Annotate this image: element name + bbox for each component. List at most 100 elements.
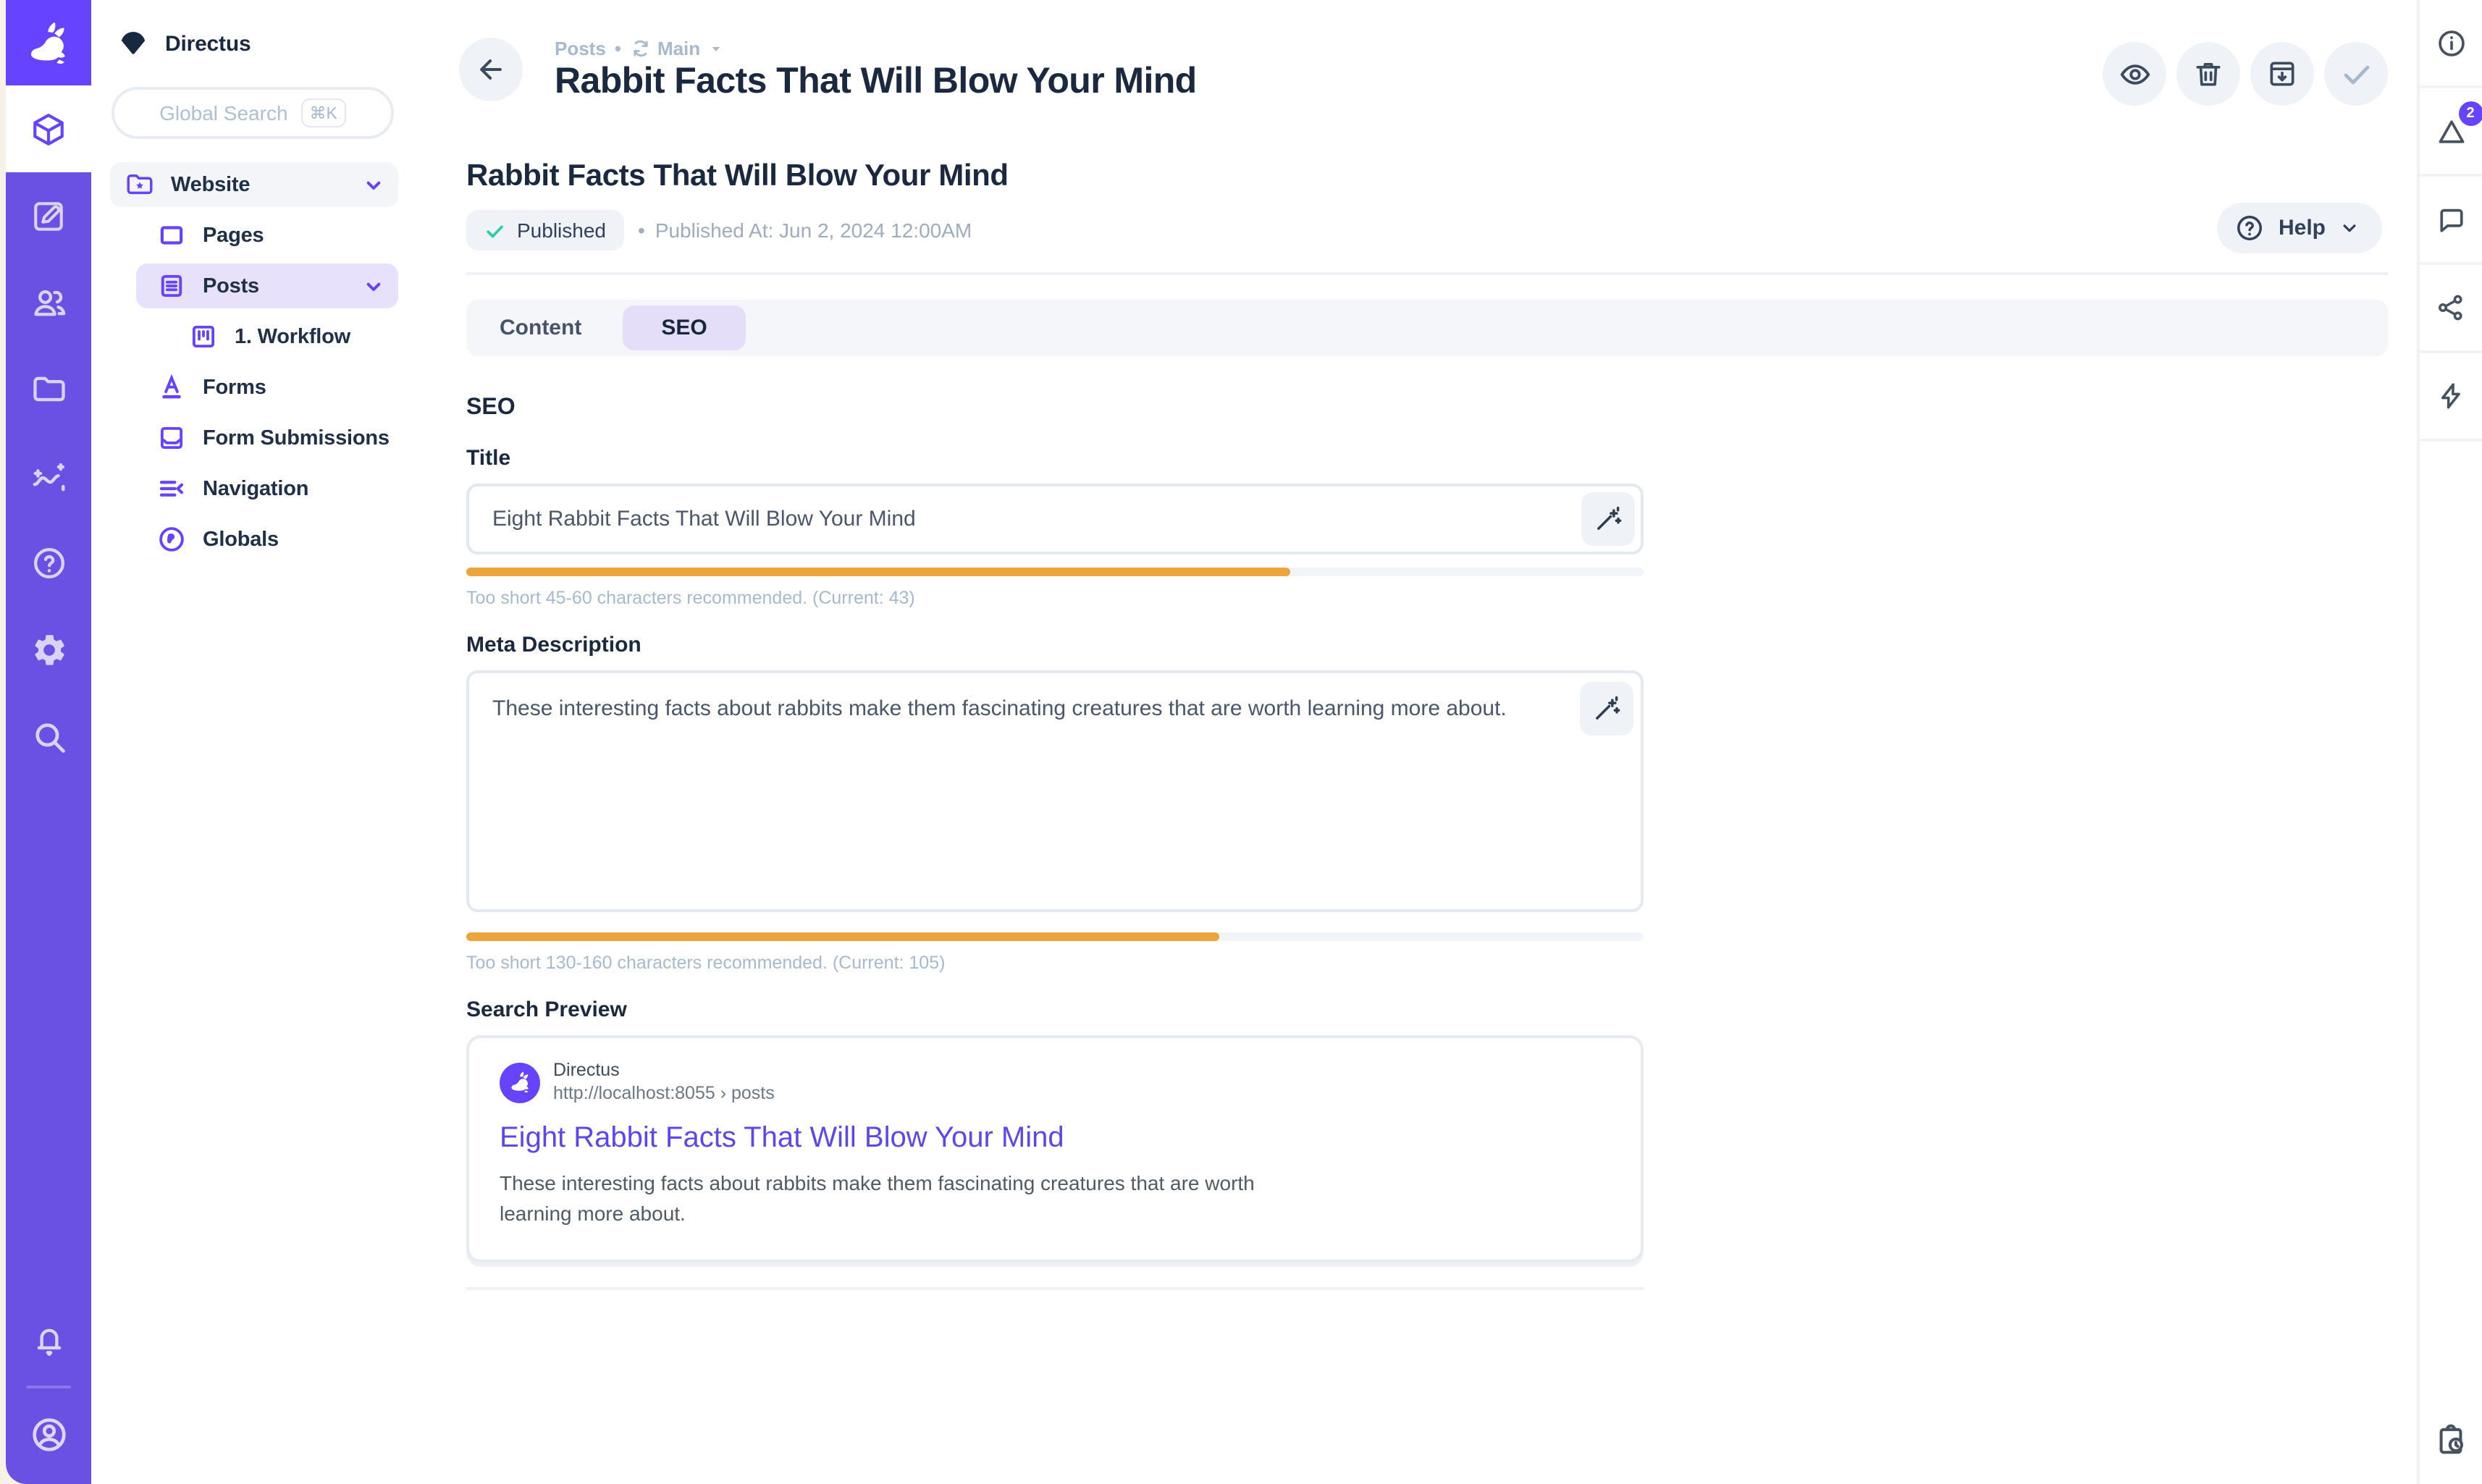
tab-seo[interactable]: SEO — [622, 305, 746, 350]
sidebar-item-globals[interactable]: Globals — [110, 517, 398, 562]
arrow-left-icon — [475, 54, 507, 85]
preview-button[interactable] — [2103, 42, 2166, 106]
chevron-down-icon — [2339, 217, 2360, 239]
nav-sidebar: Directus Global Search ⌘K Website — [91, 0, 411, 1484]
dot-separator: • — [638, 219, 645, 242]
sidebar-item-label: Forms — [203, 376, 266, 399]
site-favicon — [500, 1062, 540, 1103]
module-bar-divider — [26, 1386, 71, 1388]
post-icon — [155, 271, 187, 301]
module-file-library[interactable] — [6, 346, 91, 433]
breadcrumb: Posts • Main — [555, 38, 1197, 59]
generate-title-button[interactable] — [1581, 492, 1635, 546]
account-button[interactable] — [6, 1394, 91, 1475]
help-button[interactable]: Help — [2218, 203, 2382, 253]
avatar-icon — [28, 1415, 69, 1455]
sidebar-item-form-submissions[interactable]: Form Submissions — [110, 416, 398, 460]
title-helper-text: Too short 45-60 characters recommended. … — [466, 588, 2388, 608]
sidebar-item-pages[interactable]: Pages — [110, 213, 398, 258]
title-length-meter — [466, 568, 1644, 576]
module-settings[interactable] — [6, 607, 91, 693]
sidebar-item-forms[interactable]: Forms — [110, 365, 398, 410]
back-button[interactable] — [459, 38, 523, 101]
module-bar — [6, 0, 91, 1484]
item-title: Rabbit Facts That Will Blow Your Mind — [466, 159, 2388, 194]
preview-site-meta: Directus http://localhost:8055 › posts — [553, 1060, 775, 1105]
right-rail: 2 — [2417, 0, 2482, 1484]
meta-description-input[interactable]: These interesting facts about rabbits ma… — [466, 670, 1644, 912]
sidebar-item-label: Navigation — [203, 477, 308, 500]
module-content[interactable] — [6, 85, 91, 172]
notifications-button[interactable] — [6, 1299, 91, 1380]
revisions-badge-wrap: 2 — [2435, 115, 2467, 147]
published-at: • Published At: Jun 2, 2024 12:00AM — [638, 219, 972, 242]
help-circle-icon — [2235, 213, 2266, 243]
seo-title-input[interactable] — [466, 484, 1644, 555]
edit-icon — [30, 198, 67, 234]
module-insights[interactable] — [6, 433, 91, 520]
breadcrumb-separator: • — [615, 38, 621, 59]
archive-button[interactable] — [2250, 42, 2314, 106]
page-title: Rabbit Facts That Will Blow Your Mind — [555, 61, 1197, 103]
seo-section-title: SEO — [466, 395, 2388, 421]
inbox-icon — [155, 423, 187, 453]
check-icon — [2339, 56, 2373, 91]
meta-length-fill — [466, 932, 1220, 941]
rabbit-logo-icon — [24, 18, 73, 67]
flows-panel-button[interactable] — [2420, 353, 2482, 442]
preview-result-title: Eight Rabbit Facts That Will Blow Your M… — [500, 1123, 1610, 1156]
directus-logo[interactable] — [6, 0, 91, 85]
sidebar-item-navigation[interactable]: Navigation — [110, 466, 398, 511]
chevron-down-icon[interactable] — [362, 274, 385, 298]
clipboard-clock-icon — [2434, 1422, 2468, 1456]
search-icon — [30, 718, 67, 756]
directus-app: Directus Global Search ⌘K Website — [0, 0, 2482, 1484]
sidebar-item-posts[interactable]: Posts — [136, 264, 398, 308]
folder-icon — [30, 371, 67, 408]
title-length-fill — [466, 568, 1290, 576]
status-badge: Published — [466, 210, 623, 250]
sync-icon — [630, 38, 652, 59]
revisions-panel-button[interactable]: 2 — [2420, 88, 2482, 177]
tab-content[interactable]: Content — [478, 305, 603, 350]
users-icon — [30, 284, 67, 321]
preview-site-url: http://localhost:8055 › posts — [553, 1082, 775, 1105]
magic-wand-icon — [1593, 504, 1623, 534]
title-field — [466, 484, 1644, 555]
module-user-directory[interactable] — [6, 259, 91, 346]
module-docs[interactable] — [6, 520, 91, 607]
info-panel-button[interactable] — [2420, 0, 2482, 88]
module-search[interactable] — [6, 693, 91, 780]
delete-button[interactable] — [2176, 42, 2240, 106]
sidebar-item-label: Form Submissions — [203, 426, 390, 450]
module-bar-bottom — [6, 1299, 91, 1475]
chevron-down-icon[interactable] — [362, 173, 385, 196]
preview-site-name: Directus — [553, 1060, 775, 1082]
nav-list-icon — [155, 473, 187, 504]
meta-length-meter — [466, 932, 1644, 941]
kanban-icon — [187, 321, 219, 352]
status-row: Published • Published At: Jun 2, 2024 12… — [466, 210, 2388, 250]
save-button[interactable] — [2324, 42, 2388, 106]
globe-icon — [155, 524, 187, 555]
tasks-panel-button[interactable] — [2420, 1394, 2482, 1484]
sidebar-item-website[interactable]: Website — [110, 162, 398, 207]
magic-wand-icon — [1591, 693, 1622, 724]
trash-icon — [2192, 58, 2224, 90]
project-header[interactable]: Directus — [91, 0, 411, 59]
global-search-input[interactable]: Global Search ⌘K — [112, 87, 394, 139]
status-label: Published — [517, 219, 606, 242]
sidebar-item-label: Posts — [203, 274, 259, 298]
generate-meta-button[interactable] — [1580, 682, 1633, 735]
rabbit-favicon-icon — [508, 1070, 532, 1095]
share-panel-button[interactable] — [2420, 265, 2482, 353]
notification-count-badge: 2 — [2458, 101, 2482, 125]
comments-panel-button[interactable] — [2420, 177, 2482, 265]
breadcrumb-collection[interactable]: Posts — [555, 38, 606, 59]
module-editor[interactable] — [6, 172, 91, 259]
gear-icon — [30, 631, 67, 669]
share-icon — [2436, 292, 2466, 323]
sidebar-item-workflow[interactable]: 1. Workflow — [110, 314, 398, 359]
version-menu[interactable]: Main — [630, 38, 725, 59]
preview-result-description: These interesting facts about rabbits ma… — [500, 1169, 1289, 1230]
